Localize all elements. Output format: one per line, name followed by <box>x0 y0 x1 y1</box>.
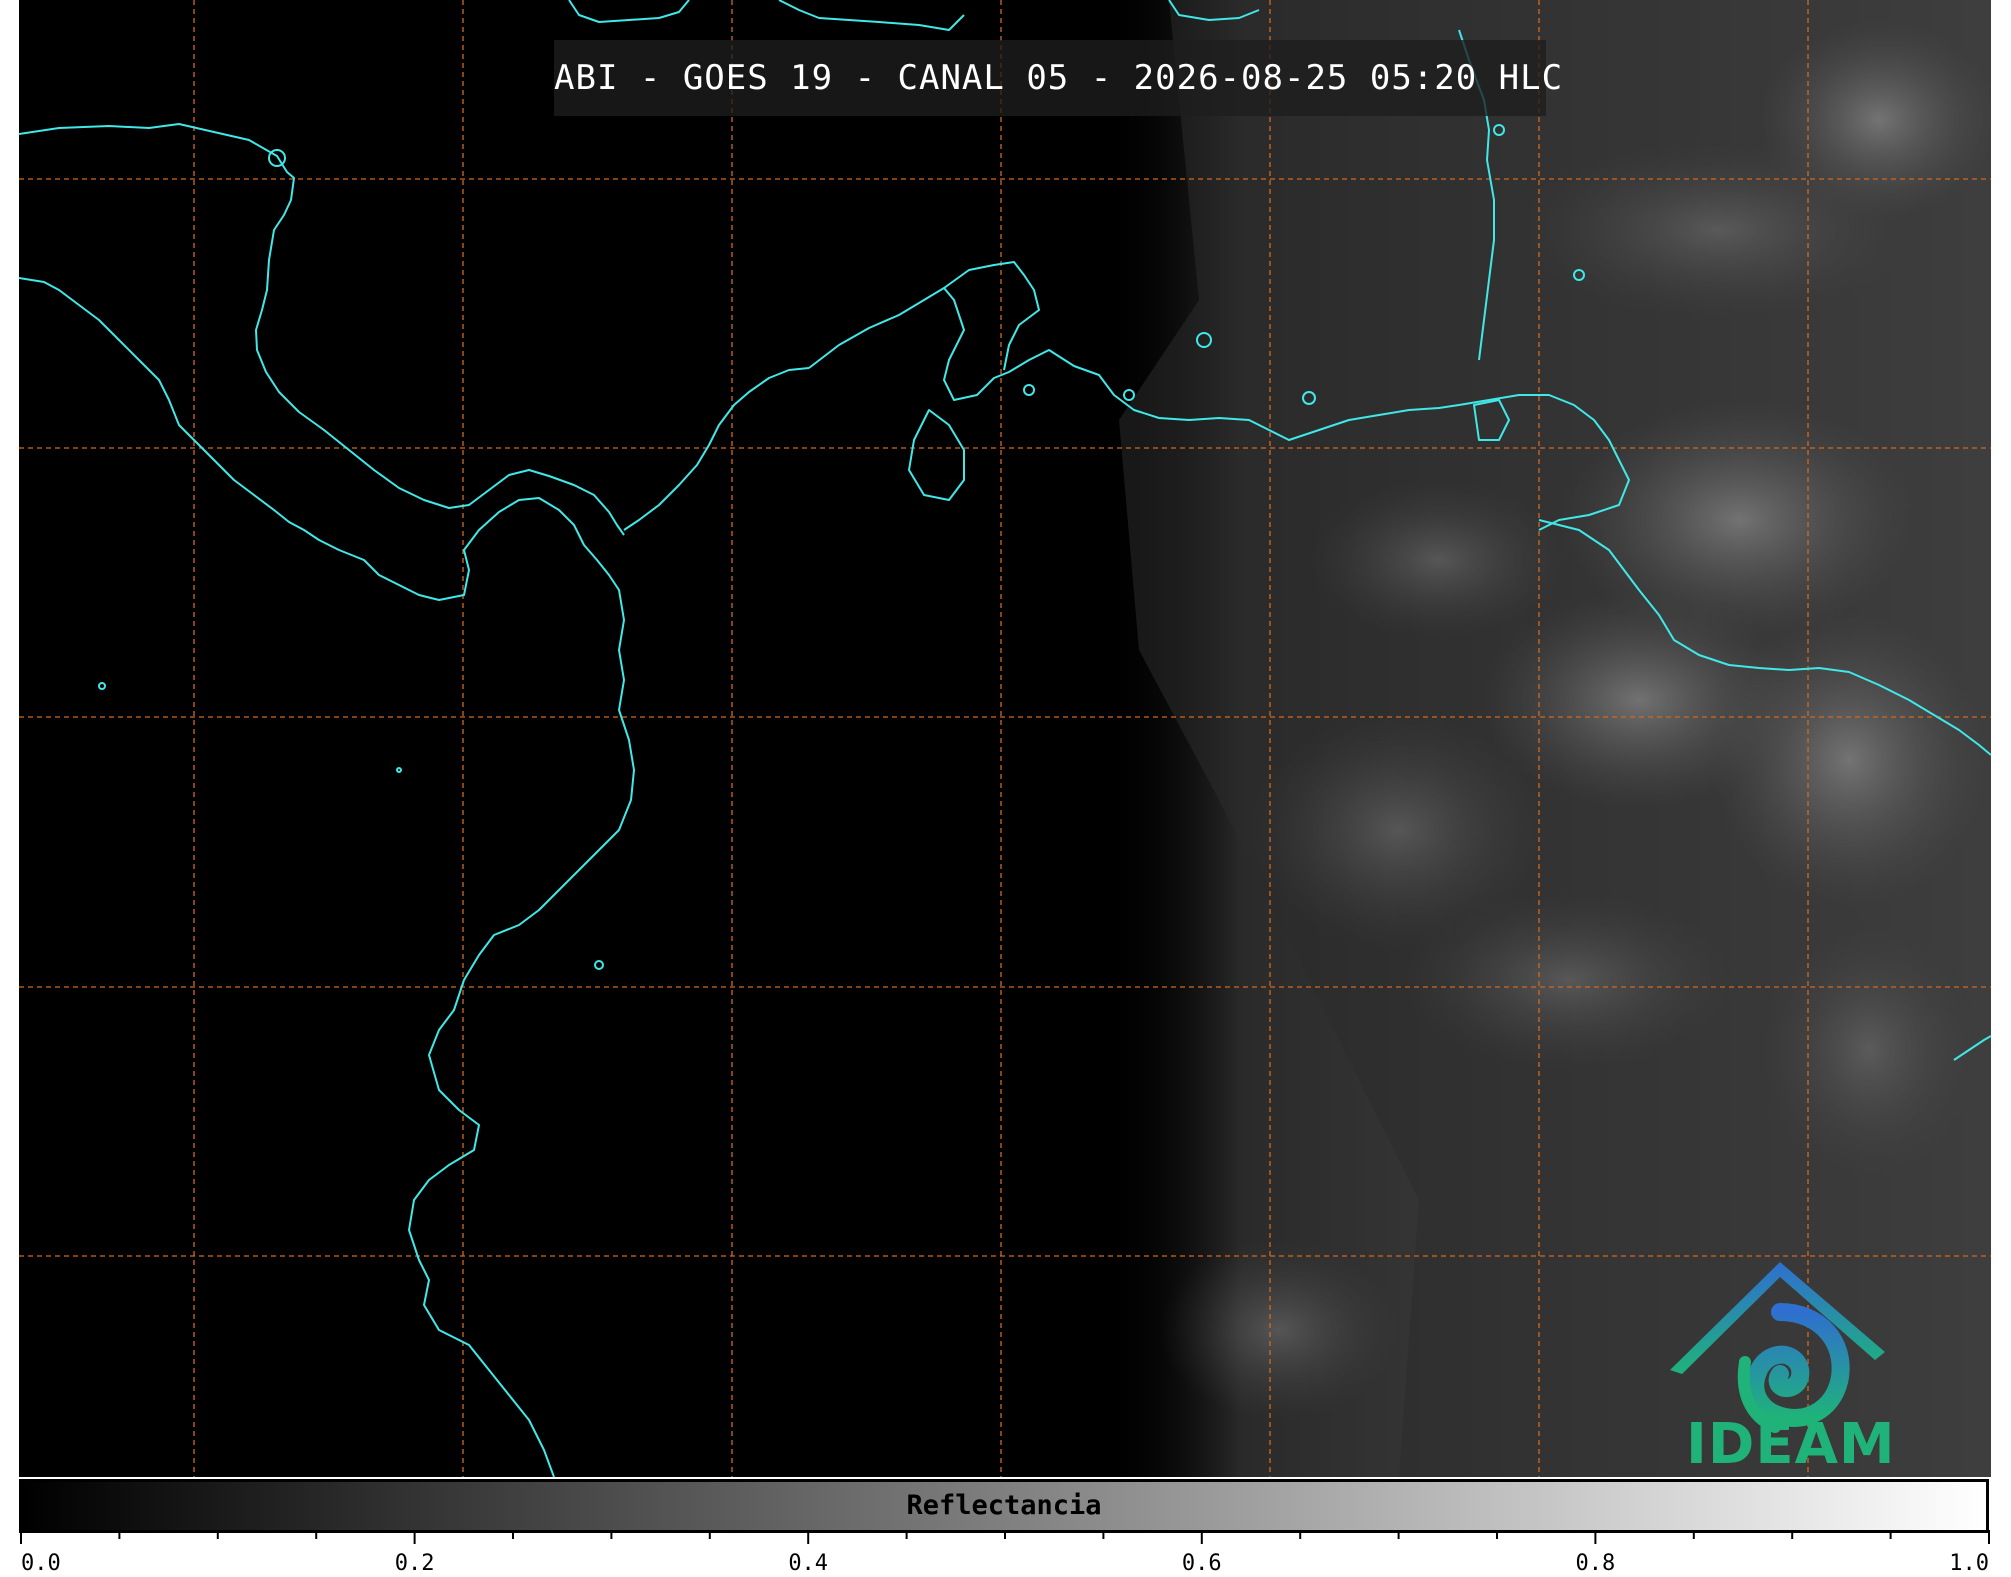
colorbar-tick-label: 0.2 <box>395 1551 435 1576</box>
colorbar-label: Reflectancia <box>906 1490 1102 1521</box>
image-title: ABI - GOES 19 - CANAL 05 - 2026-08-25 05… <box>554 40 1562 116</box>
colorbar-tick-label: 0.4 <box>788 1551 828 1576</box>
colorbar-tick-label: 0.0 <box>21 1551 61 1576</box>
colorbar: Reflectancia <box>19 1479 1989 1533</box>
logo-wordmark: IDEAM <box>1686 1412 1896 1477</box>
colorbar-tick-label: 0.6 <box>1182 1551 1222 1576</box>
colorbar-tick-label: 0.8 <box>1576 1551 1616 1576</box>
colorbar-tick-label: 1.0 <box>1949 1551 1989 1576</box>
colorbar-axis: 0.0 0.2 0.4 0.6 0.8 1.0 <box>20 1530 1990 1576</box>
